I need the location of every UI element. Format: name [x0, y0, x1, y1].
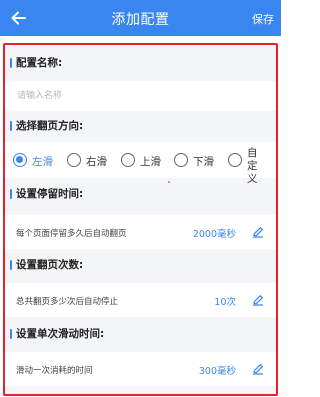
- save-button[interactable]: 保存: [252, 11, 274, 27]
- app-header: 添加配置 保存: [0, 0, 281, 36]
- highlight-frame: [3, 43, 278, 396]
- page-title: 添加配置: [111, 12, 170, 28]
